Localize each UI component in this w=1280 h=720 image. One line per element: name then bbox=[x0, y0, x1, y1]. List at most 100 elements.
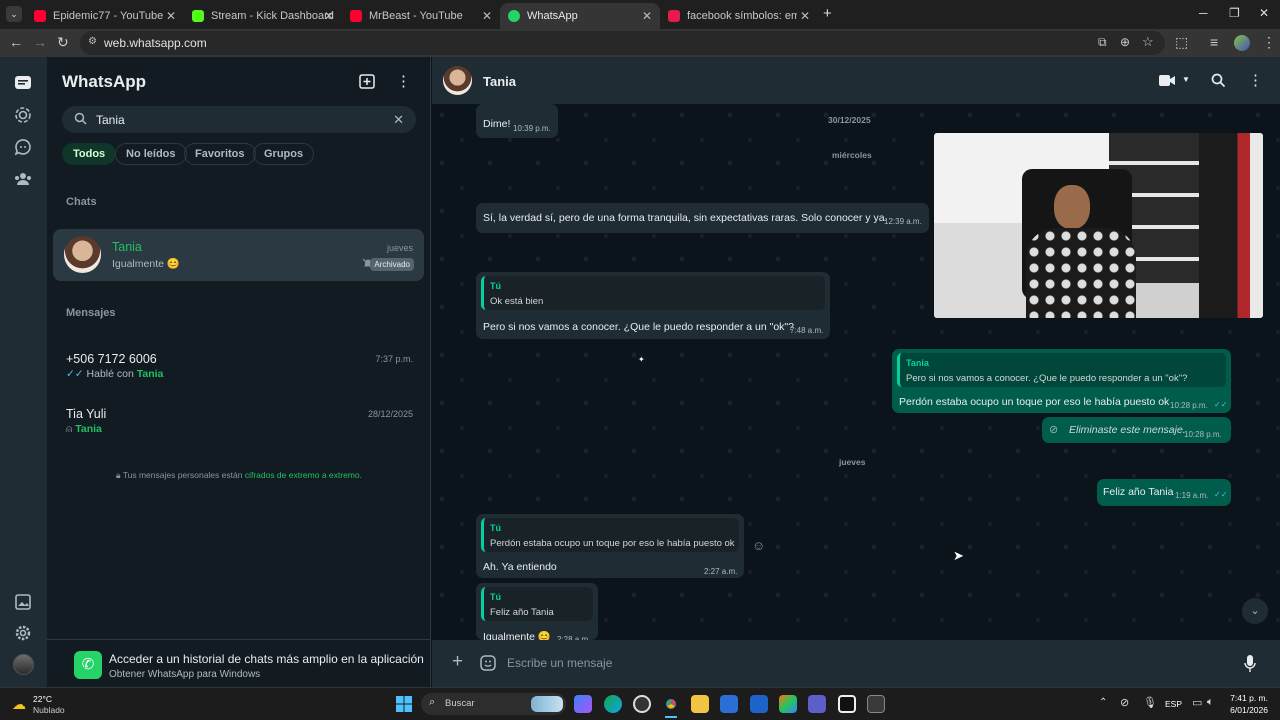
site-info-icon[interactable]: ⚙ bbox=[88, 36, 97, 47]
new-chat-icon[interactable] bbox=[359, 74, 375, 89]
quoted-message[interactable]: Tú Feliz año Tania bbox=[481, 587, 593, 621]
forward-icon[interactable]: → bbox=[33, 34, 47, 50]
office-icon[interactable] bbox=[779, 695, 797, 713]
chevron-up-icon[interactable]: ⌃ bbox=[1099, 697, 1107, 708]
status-icon[interactable] bbox=[13, 105, 33, 125]
browser-tab-epidemic[interactable]: Epidemic77 - YouTube ✕ bbox=[26, 3, 184, 29]
chat-item-tania[interactable]: Tania Igualmente 😊 jueves Archivado bbox=[53, 229, 424, 281]
encryption-link[interactable]: cifrados de extremo a extremo bbox=[245, 470, 360, 480]
contact-name[interactable]: Tania bbox=[483, 74, 516, 89]
restore-icon[interactable]: ❐ bbox=[1229, 6, 1240, 20]
mail-icon[interactable] bbox=[750, 695, 768, 713]
close-icon[interactable]: ✕ bbox=[324, 9, 334, 23]
quoted-message[interactable]: Tania Pero si nos vamos a conocer. ¿Que … bbox=[897, 353, 1226, 387]
windows-start-icon[interactable] bbox=[396, 696, 412, 712]
search-icon[interactable] bbox=[1211, 73, 1226, 88]
communities-icon[interactable] bbox=[13, 169, 33, 189]
profile-avatar[interactable] bbox=[1234, 35, 1250, 51]
close-icon[interactable]: ✕ bbox=[166, 9, 176, 23]
close-icon[interactable]: ✕ bbox=[642, 9, 652, 23]
settings-icon[interactable] bbox=[13, 623, 33, 643]
clock-time[interactable]: 7:41 p. m. bbox=[1223, 693, 1268, 703]
reload-icon[interactable]: ↻ bbox=[57, 34, 69, 51]
obs-icon[interactable] bbox=[633, 695, 651, 713]
filter-grupos[interactable]: Grupos bbox=[253, 143, 315, 165]
media-gallery-icon[interactable] bbox=[13, 592, 33, 612]
conversation-header[interactable]: Tania ▼ ⋮ bbox=[432, 57, 1280, 104]
browser-tab-whatsapp[interactable]: WhatsApp ✕ bbox=[500, 3, 660, 29]
message-bubble-outgoing[interactable]: Feliz año Tania 1:19 a.m. ✓✓ bbox=[1097, 479, 1231, 506]
clear-search-icon[interactable]: ✕ bbox=[393, 112, 404, 128]
message-bubble-incoming[interactable]: Sí, la verdad sí, pero de una forma tran… bbox=[476, 203, 929, 233]
quoted-message[interactable]: Tú Perdón estaba ocupo un toque por eso … bbox=[481, 518, 739, 552]
search-input[interactable]: Tania ✕ bbox=[62, 106, 416, 133]
weather-desc: Nublado bbox=[33, 705, 65, 715]
contact-avatar[interactable] bbox=[443, 66, 472, 95]
clock-date[interactable]: 6/01/2026 bbox=[1223, 705, 1268, 715]
filter-no-leidos[interactable]: No leídos bbox=[115, 143, 187, 165]
calculator-icon[interactable] bbox=[867, 695, 885, 713]
weather-icon[interactable]: ☁ bbox=[12, 696, 26, 713]
video-thumbnail[interactable] bbox=[934, 133, 1263, 318]
chats-icon[interactable] bbox=[13, 73, 33, 93]
menu-icon[interactable]: ⋮ bbox=[396, 72, 411, 90]
extensions-icon[interactable]: ⬚ bbox=[1175, 34, 1188, 51]
capcut-icon[interactable] bbox=[838, 695, 856, 713]
message-bubble-incoming[interactable]: Tú Ok está bien Pero si nos vamos a cono… bbox=[476, 272, 830, 339]
browser-tab-facebook-symbols[interactable]: facebook símbolos: emoticones ✕ bbox=[660, 3, 818, 29]
chevron-down-icon[interactable]: ▼ bbox=[1182, 75, 1190, 84]
quoted-message[interactable]: Tú Ok está bien bbox=[481, 276, 825, 310]
video-call-icon[interactable] bbox=[1159, 74, 1175, 87]
bookmark-star-icon[interactable]: ☆ bbox=[1142, 34, 1154, 50]
message-bubble-incoming[interactable]: Tú Feliz año Tania Igualmente 😊 2:28 a.m… bbox=[476, 583, 598, 644]
scroll-down-button[interactable]: ⌄ bbox=[1242, 598, 1268, 624]
read-ticks-icon: ✓✓ bbox=[1214, 490, 1228, 499]
volume-icon[interactable]: 🔈︎ bbox=[1207, 696, 1214, 709]
display-icon[interactable]: ▭ bbox=[1192, 696, 1202, 709]
microphone-icon[interactable]: 🎙︎ bbox=[1143, 696, 1157, 709]
message-result-item[interactable]: Tia Yuli 28/12/2025 ⍝ Tania bbox=[53, 397, 424, 443]
language-indicator[interactable]: ESP bbox=[1165, 699, 1182, 709]
sticker-icon[interactable] bbox=[480, 655, 496, 671]
deleted-message-bubble[interactable]: ⊘ Eliminaste este mensaje. 10:28 p.m. bbox=[1042, 417, 1231, 443]
browser-menu-icon[interactable]: ⋮ bbox=[1262, 34, 1276, 51]
message-input[interactable]: Escribe un mensaje bbox=[507, 656, 612, 670]
close-window-icon[interactable]: ✕ bbox=[1259, 6, 1269, 20]
copilot-icon[interactable] bbox=[574, 695, 592, 713]
back-icon[interactable]: ← bbox=[9, 34, 23, 50]
minimize-icon[interactable]: ─ bbox=[1199, 6, 1208, 20]
zoom-icon[interactable]: ⊕ bbox=[1120, 35, 1130, 49]
taskbar-search[interactable]: ⌕ Buscar bbox=[421, 693, 566, 715]
promo-link[interactable]: Obtener WhatsApp para Windows bbox=[109, 669, 260, 680]
message-result-item[interactable]: +506 7172 6006 7:37 p.m. ✓✓ Hablé con Ta… bbox=[53, 342, 424, 388]
browser-tab-mrbeast[interactable]: MrBeast - YouTube ✕ bbox=[342, 3, 500, 29]
channels-icon[interactable] bbox=[13, 137, 33, 157]
browser-tab-kick[interactable]: Stream - Kick Dashboard ✕ bbox=[184, 3, 342, 29]
store-icon[interactable] bbox=[720, 695, 738, 713]
attach-plus-icon[interactable]: + bbox=[452, 651, 463, 673]
profile-photo[interactable] bbox=[13, 654, 34, 675]
new-tab-button[interactable]: + bbox=[823, 5, 832, 22]
get-windows-app-banner[interactable]: ✆ Acceder a un historial de chats más am… bbox=[47, 639, 430, 687]
file-explorer-icon[interactable] bbox=[691, 695, 709, 713]
react-emoji-icon[interactable]: ☺ bbox=[752, 538, 765, 553]
tab-search-button[interactable]: ⌄ bbox=[6, 6, 22, 22]
message-bubble-outgoing[interactable]: Tania Pero si nos vamos a conocer. ¿Que … bbox=[892, 349, 1231, 413]
network-icon[interactable]: ⊘ bbox=[1120, 696, 1129, 709]
media-icon[interactable]: ≡ bbox=[1210, 34, 1218, 50]
edge-icon[interactable] bbox=[604, 695, 622, 713]
filter-favoritos[interactable]: Favoritos bbox=[184, 143, 256, 165]
close-icon[interactable]: ✕ bbox=[482, 9, 492, 23]
search-highlight-icon bbox=[531, 696, 563, 712]
jacket-image bbox=[1199, 133, 1263, 318]
conversation-menu-icon[interactable]: ⋮ bbox=[1248, 71, 1263, 89]
close-icon[interactable]: ✕ bbox=[800, 9, 810, 23]
install-icon[interactable]: ⧉ bbox=[1098, 35, 1107, 50]
filter-todos[interactable]: Todos bbox=[62, 143, 117, 165]
microphone-icon[interactable] bbox=[1244, 655, 1256, 672]
address-bar[interactable]: ⚙ web.whatsapp.com ⧉ ⊕ ☆ bbox=[80, 31, 1165, 55]
message-bubble-incoming[interactable]: Tú Perdón estaba ocupo un toque por eso … bbox=[476, 514, 744, 578]
message-bubble-incoming[interactable]: Dime! 10:39 p.m. bbox=[476, 104, 558, 138]
teams-icon[interactable] bbox=[808, 695, 826, 713]
chrome-icon[interactable] bbox=[662, 695, 680, 713]
